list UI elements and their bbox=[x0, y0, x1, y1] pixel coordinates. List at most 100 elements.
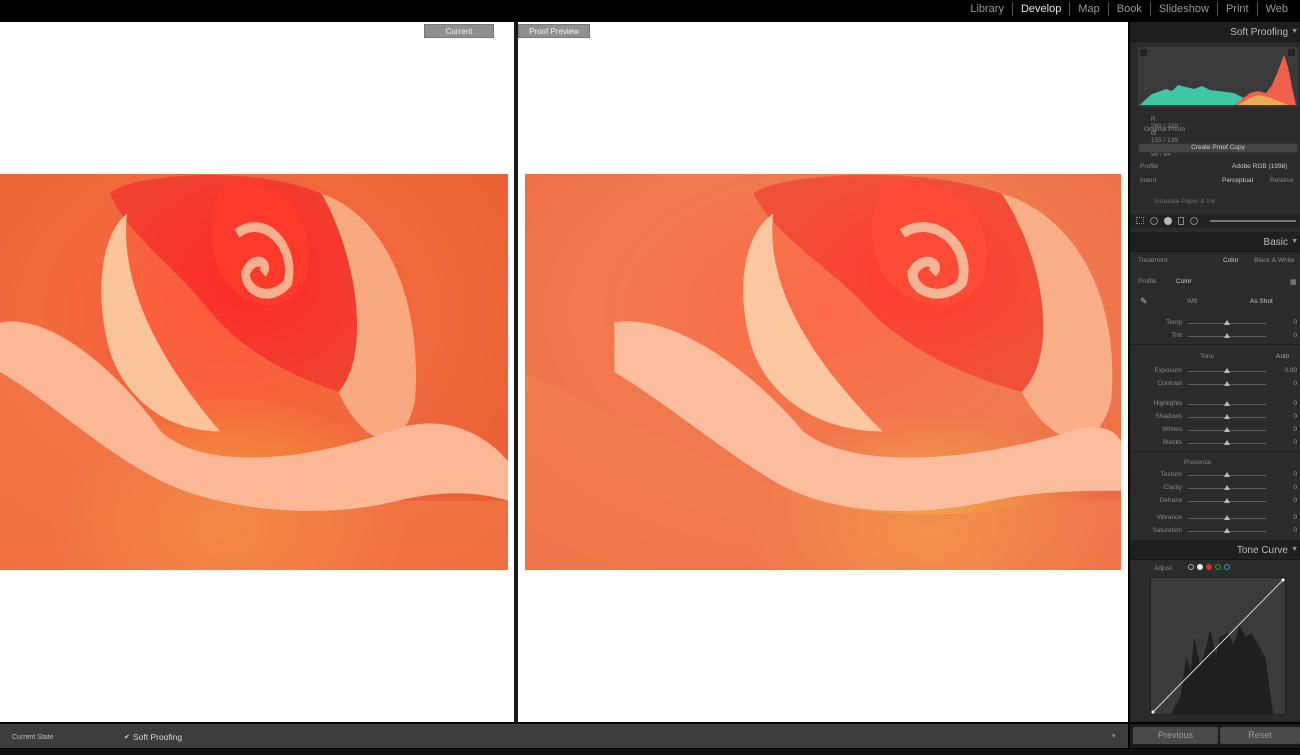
slider-value[interactable]: 0 bbox=[1293, 426, 1297, 433]
collapse-triangle-icon[interactable]: ▼ bbox=[1291, 238, 1298, 245]
slider-blacks[interactable]: Blacks 0 bbox=[1130, 437, 1300, 449]
module-slideshow[interactable]: Slideshow bbox=[1151, 2, 1218, 16]
original-photo-label: Original Photo bbox=[1144, 126, 1186, 133]
slider-label: Tint bbox=[1171, 332, 1182, 339]
create-proof-copy-button[interactable]: Create Proof Copy bbox=[1138, 143, 1298, 153]
slider-label: Blacks bbox=[1162, 439, 1182, 446]
soft-proofing-checkbox[interactable]: Soft Proofing bbox=[133, 732, 182, 742]
slider-value[interactable]: 0 bbox=[1293, 439, 1297, 446]
slider-value[interactable]: 0 bbox=[1293, 319, 1297, 326]
radial-filter-icon[interactable] bbox=[1190, 217, 1198, 225]
basic-header[interactable]: Basic ▼ bbox=[1130, 232, 1300, 252]
proof-preview-pane[interactable]: Proof Preview bbox=[518, 22, 1128, 722]
red-channel-icon[interactable] bbox=[1206, 564, 1212, 570]
crop-tool-icon[interactable] bbox=[1136, 217, 1144, 224]
slider-label: Clarity bbox=[1163, 484, 1182, 491]
wb-dropdown[interactable]: As Shot bbox=[1250, 298, 1273, 305]
module-book[interactable]: Book bbox=[1109, 2, 1151, 16]
proof-profile-label: Profile bbox=[1140, 163, 1159, 170]
slider-knob[interactable] bbox=[1224, 414, 1230, 419]
slider-vibrance[interactable]: Vibrance 0 bbox=[1130, 512, 1300, 524]
module-library[interactable]: Library bbox=[962, 2, 1013, 16]
slider-knob[interactable] bbox=[1224, 368, 1230, 373]
slider-highlights[interactable]: Highlights 0 bbox=[1130, 398, 1300, 410]
slider-texture[interactable]: Texture 0 bbox=[1130, 469, 1300, 481]
slider-contrast[interactable]: Contrast 0 bbox=[1130, 378, 1300, 390]
histogram[interactable] bbox=[1138, 47, 1298, 107]
blue-channel-icon[interactable] bbox=[1224, 564, 1230, 570]
treatment-color[interactable]: Color bbox=[1223, 257, 1239, 264]
simulate-paper-ink-checkbox[interactable]: Simulate Paper & Ink bbox=[1154, 198, 1215, 205]
presence-label: Presence bbox=[1184, 459, 1212, 466]
state-label[interactable]: Current State bbox=[12, 734, 54, 741]
parametric-curve-icon[interactable] bbox=[1188, 564, 1194, 570]
slider-value[interactable]: 0 bbox=[1293, 484, 1297, 491]
tone-curve-graph[interactable] bbox=[1150, 577, 1286, 715]
compare-view: Current Proof Preview bbox=[0, 22, 1128, 722]
slider-shadows[interactable]: Shadows 0 bbox=[1130, 411, 1300, 423]
slider-temp[interactable]: Temp 0 bbox=[1130, 317, 1300, 329]
slider-value[interactable]: 0 bbox=[1293, 380, 1297, 387]
collapse-triangle-icon[interactable]: ▼ bbox=[1291, 28, 1298, 35]
slider-value[interactable]: 0 bbox=[1293, 332, 1297, 339]
slider-knob[interactable] bbox=[1224, 515, 1230, 520]
graduated-filter-icon[interactable] bbox=[1178, 217, 1184, 225]
auto-tone-button[interactable]: Auto bbox=[1276, 353, 1289, 360]
slider-knob[interactable] bbox=[1224, 498, 1230, 503]
point-curve-white-icon[interactable] bbox=[1197, 564, 1203, 570]
slider-knob[interactable] bbox=[1224, 440, 1230, 445]
module-print[interactable]: Print bbox=[1218, 2, 1258, 16]
slider-knob[interactable] bbox=[1224, 485, 1230, 490]
eyedropper-icon[interactable]: ✎ bbox=[1140, 296, 1148, 307]
slider-knob[interactable] bbox=[1224, 320, 1230, 325]
brush-slider[interactable] bbox=[1210, 220, 1296, 222]
slider-value[interactable]: 0 bbox=[1293, 527, 1297, 534]
slider-whites[interactable]: Whites 0 bbox=[1130, 424, 1300, 436]
intent-perceptual[interactable]: Perceptual bbox=[1222, 177, 1253, 184]
proof-profile-value[interactable]: Adobe RGB (1998) bbox=[1232, 163, 1287, 170]
slider-value[interactable]: 0 bbox=[1293, 514, 1297, 521]
slider-value[interactable]: 0.00 bbox=[1284, 367, 1297, 374]
green-channel-icon[interactable] bbox=[1215, 564, 1221, 570]
slider-saturation[interactable]: Saturation 0 bbox=[1130, 525, 1300, 537]
slider-tint[interactable]: Tint 0 bbox=[1130, 330, 1300, 342]
profile-dropdown[interactable]: Color bbox=[1176, 278, 1192, 285]
slider-value[interactable]: 0 bbox=[1293, 497, 1297, 504]
slider-knob[interactable] bbox=[1224, 333, 1230, 338]
previous-button[interactable]: Previous bbox=[1133, 727, 1218, 744]
slider-knob[interactable] bbox=[1224, 381, 1230, 386]
slider-exposure[interactable]: Exposure 0.00 bbox=[1130, 365, 1300, 377]
tool-strip bbox=[1130, 214, 1300, 228]
rose-photo-proof bbox=[525, 174, 1121, 570]
profile-browser-icon[interactable]: ▦ bbox=[1290, 278, 1297, 286]
slider-label: Texture bbox=[1160, 471, 1182, 478]
checkbox-icon[interactable]: ✔ bbox=[124, 733, 130, 741]
slider-clarity[interactable]: Clarity 0 bbox=[1130, 482, 1300, 494]
adjust-label: Adjust bbox=[1154, 565, 1173, 572]
module-bar: Library Develop Map Book Slideshow Print Web bbox=[0, 0, 1300, 18]
collapse-triangle-icon[interactable]: ▼ bbox=[1291, 546, 1298, 553]
red-eye-icon[interactable] bbox=[1164, 217, 1172, 225]
module-develop[interactable]: Develop bbox=[1013, 2, 1071, 16]
module-map[interactable]: Map bbox=[1070, 2, 1109, 16]
slider-knob[interactable] bbox=[1224, 528, 1230, 533]
slider-value[interactable]: 0 bbox=[1293, 400, 1297, 407]
module-web[interactable]: Web bbox=[1258, 2, 1300, 16]
reset-button[interactable]: Reset bbox=[1220, 727, 1300, 744]
basic-title: Basic bbox=[1263, 237, 1288, 248]
toolbar-menu-icon[interactable]: ▾ bbox=[1112, 732, 1116, 740]
slider-knob[interactable] bbox=[1224, 401, 1230, 406]
soft-proofing-header[interactable]: Soft Proofing ▼ bbox=[1130, 22, 1300, 42]
proof-preview-label: Proof Preview bbox=[518, 24, 590, 38]
slider-value[interactable]: 0 bbox=[1293, 413, 1297, 420]
intent-relative[interactable]: Relative bbox=[1270, 177, 1293, 184]
treatment-bw[interactable]: Black & White bbox=[1254, 257, 1294, 264]
slider-value[interactable]: 0 bbox=[1293, 471, 1297, 478]
tone-curve-header[interactable]: Tone Curve ▼ bbox=[1130, 540, 1300, 560]
slider-knob[interactable] bbox=[1224, 427, 1230, 432]
slider-dehaze[interactable]: Dehaze 0 bbox=[1130, 495, 1300, 507]
spot-removal-icon[interactable] bbox=[1150, 217, 1158, 225]
slider-knob[interactable] bbox=[1224, 472, 1230, 477]
wb-label: WB bbox=[1187, 298, 1198, 305]
current-pane[interactable]: Current bbox=[0, 22, 514, 722]
